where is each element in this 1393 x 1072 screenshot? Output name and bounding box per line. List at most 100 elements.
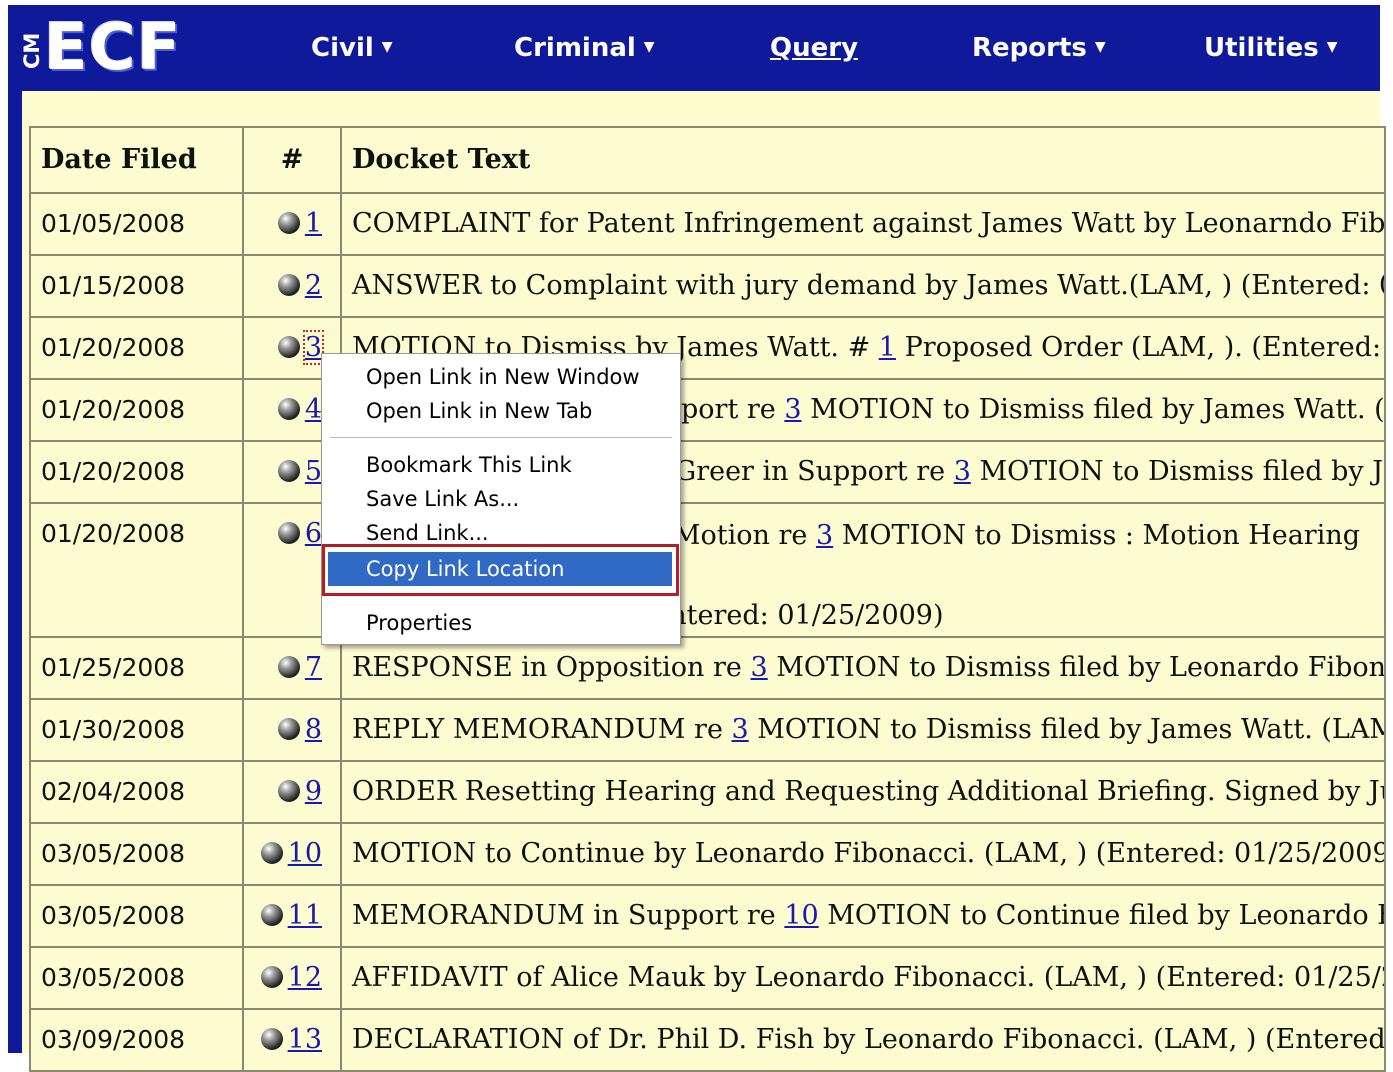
chevron-down-icon: ▼ — [381, 38, 393, 55]
docket-text: Proposed Order (LAM, ). (Entered: 01/25/… — [904, 332, 1383, 363]
menu-separator — [330, 594, 672, 595]
docket-text-cell: MEMORANDUM in Support re 10 MOTION to Co… — [340, 884, 1386, 948]
docket-text: MOTION to Continue filed by Leonardo Fib… — [827, 900, 1383, 931]
inline-doc-link[interactable]: 1 — [879, 332, 896, 363]
docket-text: REPLY MEMORANDUM re — [352, 714, 732, 745]
doc-number-cell: 12 — [242, 946, 342, 1010]
document-sphere-icon[interactable] — [277, 521, 300, 544]
doc-link[interactable]: 10 — [288, 838, 322, 869]
nav-utilities-menu[interactable]: Utilities ▼ — [1204, 33, 1338, 64]
table-row: 03/09/2008 13 DECLARATION of Dr. Phil D.… — [29, 1008, 1386, 1072]
doc-link[interactable]: 9 — [305, 776, 322, 807]
inline-doc-link[interactable]: 3 — [784, 394, 801, 425]
date-filed-cell: 03/09/2008 — [29, 1008, 244, 1072]
menu-properties[interactable]: Properties — [328, 606, 672, 640]
document-sphere-icon[interactable] — [277, 779, 300, 802]
menu-save-link-as[interactable]: Save Link As... — [328, 482, 672, 516]
inline-doc-link[interactable]: 3 — [751, 652, 768, 683]
doc-link[interactable]: 13 — [288, 1024, 322, 1055]
docket-text-cell: MOTION to Continue by Leonardo Fibonacci… — [340, 822, 1386, 886]
menu-bookmark-link[interactable]: Bookmark This Link — [328, 448, 672, 482]
doc-link[interactable]: 6 — [305, 518, 322, 549]
inline-doc-link[interactable]: 3 — [954, 456, 971, 487]
chevron-down-icon: ▼ — [1094, 38, 1106, 55]
menu-open-new-tab[interactable]: Open Link in New Tab — [328, 394, 672, 428]
document-sphere-icon[interactable] — [277, 397, 300, 420]
docket-table: Date Filed # Docket Text 01/05/2008 1 CO… — [29, 126, 1386, 1072]
docket-text-cell: COMPLAINT for Patent Infringement agains… — [340, 192, 1386, 256]
inline-doc-link[interactable]: 10 — [784, 900, 818, 931]
inline-doc-link[interactable]: 3 — [816, 520, 833, 551]
date-filed-cell: 01/20/2008 — [29, 316, 244, 380]
table-header-row: Date Filed # Docket Text — [29, 126, 1386, 194]
docket-text: MEMORANDUM in Support re — [352, 900, 785, 931]
nav-query-link[interactable]: Query — [770, 33, 858, 63]
document-sphere-icon[interactable] — [277, 655, 300, 678]
doc-link-focused[interactable]: 3 — [302, 330, 325, 365]
table-row: 02/04/2008 9 ORDER Resetting Hearing and… — [29, 760, 1386, 824]
docket-text: MOTION to Dismiss filed by James Watt. (… — [748, 714, 1385, 745]
date-filed-cell: 01/15/2008 — [29, 254, 244, 318]
doc-link[interactable]: 2 — [305, 270, 322, 301]
docket-text-cell: REPLY MEMORANDUM re 3 MOTION to Dismiss … — [340, 698, 1386, 762]
table-row: 01/25/2008 7 RESPONSE in Opposition re 3… — [29, 636, 1386, 700]
nav-reports-menu[interactable]: Reports ▼ — [972, 33, 1106, 64]
menu-send-link[interactable]: Send Link... — [328, 516, 672, 550]
date-filed-cell: 01/25/2008 — [29, 636, 244, 700]
nav-criminal-menu[interactable]: Criminal ▼ — [514, 33, 655, 64]
doc-number-cell: 2 — [242, 254, 342, 318]
document-sphere-icon[interactable] — [260, 1027, 283, 1050]
doc-number-cell: 9 — [242, 760, 342, 824]
document-sphere-icon[interactable] — [277, 717, 300, 740]
menu-open-new-window[interactable]: Open Link in New Window — [328, 360, 672, 394]
nav-civil-label: Civil — [311, 33, 374, 63]
docket-text: MOTION to Dismiss filed by James Watt. (… — [810, 394, 1385, 425]
menu-copy-link-location[interactable]: Copy Link Location — [328, 552, 672, 586]
inline-doc-link[interactable]: 3 — [732, 714, 749, 745]
doc-link[interactable]: 11 — [288, 900, 322, 931]
docket-text: AFFIDAVIT of Alice Mauk by Leonardo Fibo… — [352, 962, 1385, 993]
chevron-down-icon: ▼ — [1326, 38, 1338, 55]
doc-link[interactable]: 12 — [288, 962, 322, 993]
doc-number-cell: 1 — [242, 192, 342, 256]
logo-cm: CM — [20, 32, 44, 70]
date-filed-cell: 01/20/2008 — [29, 440, 244, 504]
date-filed-cell: 03/05/2008 — [29, 884, 244, 948]
table-row: 01/20/2008 3 MOTION to Dismiss by James … — [29, 316, 1386, 380]
table-row: 01/20/2008 6 NOTICE of Hearing on Motion… — [29, 502, 1386, 638]
document-sphere-icon[interactable] — [277, 211, 300, 234]
table-row: 01/20/2008 5 DECLARATION of Jack Greer i… — [29, 440, 1386, 504]
nav-civil-menu[interactable]: Civil ▼ — [311, 33, 393, 64]
header-number: # — [242, 126, 342, 194]
document-sphere-icon[interactable] — [277, 273, 300, 296]
chevron-down-icon: ▼ — [643, 38, 655, 55]
link-context-menu: Open Link in New Window Open Link in New… — [321, 353, 681, 645]
logo-ecf: ECF — [44, 11, 182, 85]
doc-number-cell: 11 — [242, 884, 342, 948]
nav-query-label: Query — [770, 33, 859, 63]
date-filed-cell: 01/20/2008 — [29, 378, 244, 442]
docket-text: MOTION to Dismiss filed by James Watt. — [979, 456, 1384, 487]
doc-link[interactable]: 1 — [305, 208, 322, 239]
docket-text: ANSWER to Complaint with jury demand by … — [352, 270, 1383, 301]
doc-number-cell: 8 — [242, 698, 342, 762]
docket-text: COMPLAINT for Patent Infringement agains… — [352, 208, 1385, 239]
table-row: 01/20/2008 4 MEMORANDUM in Support re 3 … — [29, 378, 1386, 442]
document-sphere-icon[interactable] — [277, 459, 300, 482]
document-sphere-icon[interactable] — [260, 841, 283, 864]
document-sphere-icon[interactable] — [277, 335, 300, 358]
document-sphere-icon[interactable] — [260, 903, 283, 926]
table-row: 03/05/2008 10 MOTION to Continue by Leon… — [29, 822, 1386, 886]
doc-number-cell: 7 — [242, 636, 342, 700]
doc-link[interactable]: 7 — [305, 652, 322, 683]
document-sphere-icon[interactable] — [260, 965, 283, 988]
menu-separator — [330, 437, 672, 438]
docket-text-cell: DECLARATION of Dr. Phil D. Fish by Leona… — [340, 1008, 1386, 1072]
table-row: 03/05/2008 12 AFFIDAVIT of Alice Mauk by… — [29, 946, 1386, 1010]
docket-text-cell: ANSWER to Complaint with jury demand by … — [340, 254, 1386, 318]
doc-link[interactable]: 5 — [305, 456, 322, 487]
doc-link[interactable]: 4 — [305, 394, 322, 425]
doc-link[interactable]: 8 — [305, 714, 322, 745]
date-filed-cell: 03/05/2008 — [29, 822, 244, 886]
table-row: 03/05/2008 11 MEMORANDUM in Support re 1… — [29, 884, 1386, 948]
